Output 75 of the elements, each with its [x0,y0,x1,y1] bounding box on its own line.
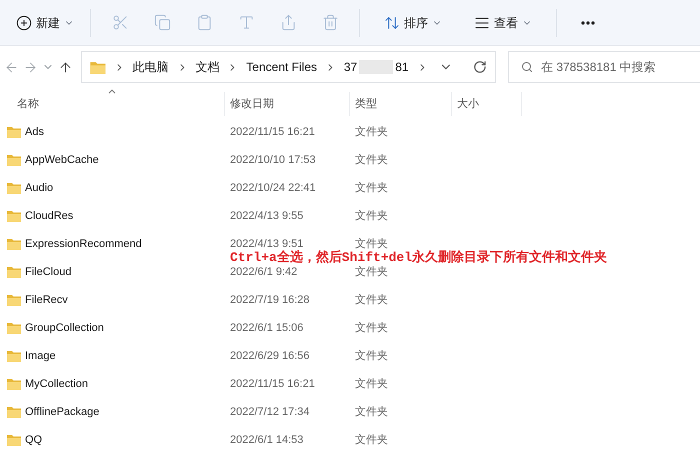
type-cell: 文件夹 [355,350,388,362]
type-cell: 文件夹 [355,238,388,250]
folder-icon [7,210,21,222]
date-cell: 2022/4/13 9:51 [230,238,304,250]
file-name[interactable]: GroupCollection [25,320,104,336]
folder-icon [7,266,21,278]
view-button[interactable]: 查看 [466,6,540,38]
file-name[interactable]: AppWebCache [25,152,99,168]
breadcrumb-item[interactable]: 37 81 [344,58,409,76]
text-icon [238,14,254,31]
sort-button[interactable]: 排序 [376,6,450,38]
folder-icon [7,154,21,166]
file-name[interactable]: Audio [25,180,54,196]
share-icon [280,14,296,31]
type-cell: 文件夹 [355,406,388,418]
date-cell: 2022/11/15 16:21 [230,378,315,390]
date-cell: 2022/6/1 9:42 [230,266,298,278]
trash-icon [322,14,338,31]
file-name[interactable]: CloudRes [25,208,74,224]
date-cell: 2022/11/15 16:21 [230,126,315,138]
folder-icon [7,434,21,446]
column-header[interactable]: 修改日期 [225,92,350,116]
date-cell: 2022/6/1 14:53 [230,434,304,446]
column-header[interactable]: 名称 [0,92,225,116]
search-field[interactable]: 在 378538181 中搜索 [508,51,700,83]
folder-icon [7,322,21,334]
file-name[interactable]: OfflinePackage [25,404,100,420]
ellipsis-icon [581,20,595,24]
breadcrumb-item[interactable]: 此电脑 [132,58,169,76]
type-cell: 文件夹 [355,210,388,222]
date-cell: 2022/6/29 16:56 [230,350,310,362]
up-down-arrows-icon [384,14,400,30]
type-cell: 文件夹 [355,434,388,446]
folder-icon [90,60,106,74]
file-name[interactable]: MyCollection [25,376,88,392]
address-bar[interactable]: 此电脑 文档 Tencent Files 37 81 [81,51,496,83]
type-cell: 文件夹 [355,266,388,278]
file-name[interactable]: QQ [25,432,42,448]
date-cell: 2022/7/19 16:28 [230,294,310,306]
folder-icon [7,238,21,250]
folder-icon [7,350,21,362]
date-cell: 2022/10/24 22:41 [230,182,316,194]
search-icon [521,61,533,73]
scissors-icon [112,14,128,31]
refresh-icon[interactable] [473,60,487,74]
new-button[interactable]: 新建 [8,6,82,38]
search-input[interactable]: 在 378538181 中搜索 [541,58,696,76]
plus-circle-icon [16,14,32,30]
file-name[interactable]: Image [25,348,56,364]
file-name[interactable]: Ads [25,124,44,140]
file-name[interactable]: FileCloud [25,264,72,280]
folder-icon [7,294,21,306]
type-cell: 文件夹 [355,322,388,334]
file-name[interactable]: FileRecv [25,292,68,308]
type-cell: 文件夹 [355,182,388,194]
type-cell: 文件夹 [355,294,388,306]
folder-icon [7,406,21,418]
folder-icon [7,182,21,194]
breadcrumb-item[interactable]: 文档 [195,58,220,76]
breadcrumb-item[interactable]: Tencent Files [246,58,317,76]
type-cell: 文件夹 [355,154,388,166]
file-name[interactable]: ExpressionRecommend [25,236,142,252]
clipboard-icon [196,14,212,31]
copy-icon [154,14,170,31]
type-cell: 文件夹 [355,378,388,390]
date-cell: 2022/7/12 17:34 [230,406,310,418]
column-header[interactable]: 大小 [452,92,522,116]
date-cell: 2022/10/10 17:53 [230,154,316,166]
date-cell: 2022/6/1 15:06 [230,322,304,334]
folder-icon [7,378,21,390]
column-header[interactable]: 类型 [350,92,452,116]
annotation-text: Ctrl+a全选，然后Shift+del永久删除目录下所有文件和文件夹 [230,251,608,265]
type-cell: 文件夹 [355,126,388,138]
date-cell: 2022/4/13 9:55 [230,210,304,222]
folder-icon [7,126,21,138]
